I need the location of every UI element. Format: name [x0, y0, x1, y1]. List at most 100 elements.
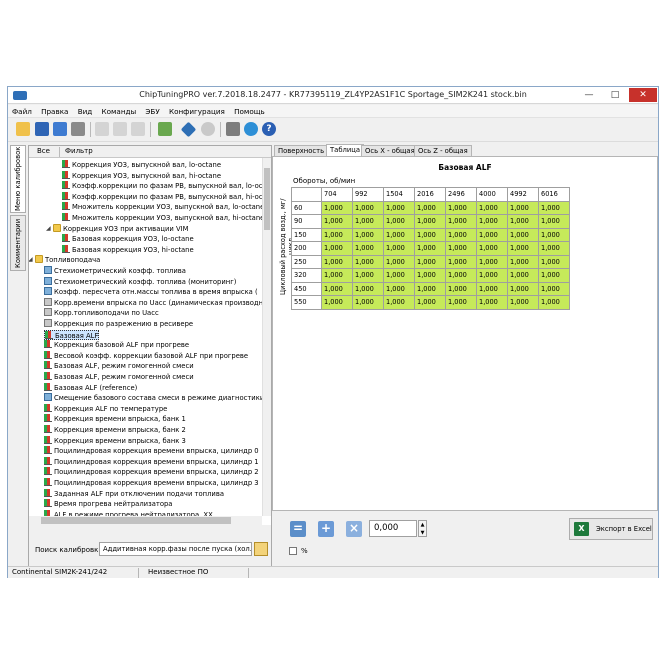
table-cell[interactable]: 1,000: [414, 295, 446, 310]
print-icon[interactable]: [71, 122, 85, 136]
row-header[interactable]: 60: [291, 200, 322, 215]
tree-item[interactable]: ◢ Топливоподача: [29, 255, 100, 265]
menu-ecu[interactable]: ЭБУ: [141, 105, 162, 116]
table-cell[interactable]: 1,000: [352, 214, 384, 229]
table-cell[interactable]: 1,000: [507, 214, 539, 229]
tree-item[interactable]: Коррекция УОЗ, выпускной вал, hi-octane: [62, 170, 221, 181]
table-cell[interactable]: 1,000: [507, 254, 539, 269]
table-cell[interactable]: 1,000: [383, 241, 415, 256]
column-header[interactable]: 1504: [383, 187, 415, 202]
row-header[interactable]: 200: [291, 241, 322, 256]
table-cell[interactable]: 1,000: [352, 254, 384, 269]
tree-item[interactable]: Базовая ALF, режим гомогенной смеси: [44, 361, 194, 371]
header-all[interactable]: Все: [37, 147, 50, 155]
table-cell[interactable]: 1,000: [476, 254, 508, 269]
table-cell[interactable]: 1,000: [538, 254, 570, 269]
menu-config[interactable]: Конфигурация: [165, 105, 228, 116]
row-header[interactable]: 320: [291, 268, 322, 283]
multiply-icon[interactable]: ×: [346, 521, 362, 537]
tree-item[interactable]: Коэфф.коррекции по фазам РВ, выпускной в…: [62, 191, 262, 202]
tree-item[interactable]: Базовая коррекция УОЗ, lo-octane: [62, 234, 194, 244]
table-cell[interactable]: 1,000: [538, 241, 570, 256]
tree-item[interactable]: Коррекция ALF по температуре: [44, 403, 167, 414]
export-excel-button[interactable]: X Экспорт в Excel: [569, 518, 653, 540]
search-input[interactable]: Аддитивная корр.фазы после пуска (хол.д: [99, 542, 252, 556]
scroll-thumb[interactable]: [264, 168, 270, 230]
table-cell[interactable]: 1,000: [476, 241, 508, 256]
row-header[interactable]: 150: [291, 227, 322, 242]
maximize-button[interactable]: □: [602, 88, 628, 102]
minimize-button[interactable]: —: [576, 88, 602, 102]
value-spinner[interactable]: ▲ ▼: [418, 520, 427, 537]
navigate-icon[interactable]: [180, 121, 197, 138]
table-cell[interactable]: 1,000: [476, 295, 508, 310]
tree-item[interactable]: Поцилиндровая коррекция времени впрыска,…: [44, 456, 259, 467]
column-header[interactable]: 992: [352, 187, 384, 202]
tree-item[interactable]: Коррекция времени впрыска, банк 3: [44, 435, 186, 446]
row-header[interactable]: 250: [291, 254, 322, 269]
table-cell[interactable]: 1,000: [445, 227, 477, 242]
menu-edit[interactable]: Правка: [37, 105, 71, 116]
tree-item[interactable]: Заданная ALF при отключении подачи топли…: [44, 488, 224, 499]
table-cell[interactable]: 1,000: [383, 200, 415, 215]
table-cell[interactable]: 1,000: [476, 227, 508, 242]
tree-item[interactable]: Поцилиндровая коррекция времени впрыска,…: [44, 446, 259, 456]
save-as-icon[interactable]: [53, 122, 67, 136]
cut-icon[interactable]: [95, 122, 109, 136]
table-cell[interactable]: 1,000: [352, 227, 384, 242]
search-icon[interactable]: [201, 122, 215, 136]
table-cell[interactable]: 1,000: [383, 281, 415, 296]
tree-item[interactable]: Коэфф.коррекции по фазам РВ, выпускной в…: [62, 181, 262, 191]
tree-item[interactable]: Поцилиндровая коррекция времени впрыска,…: [44, 467, 259, 477]
table-cell[interactable]: 1,000: [383, 295, 415, 310]
table-cell[interactable]: 1,000: [445, 254, 477, 269]
menu-commands[interactable]: Команды: [98, 105, 140, 116]
table-cell[interactable]: 1,000: [538, 200, 570, 215]
equals-icon[interactable]: =: [290, 521, 306, 537]
table-cell[interactable]: 1,000: [414, 268, 446, 283]
table-cell[interactable]: 1,000: [507, 281, 539, 296]
table-cell[interactable]: 1,000: [321, 227, 353, 242]
table-cell[interactable]: 1,000: [507, 241, 539, 256]
row-header[interactable]: 550: [291, 295, 322, 310]
tree-item[interactable]: Смещение базового состава смеси в режиме…: [44, 393, 262, 403]
column-header[interactable]: 4992: [507, 187, 539, 202]
table-cell[interactable]: 1,000: [352, 281, 384, 296]
table-cell[interactable]: 1,000: [321, 200, 353, 215]
table-cell[interactable]: 1,000: [538, 227, 570, 242]
copy-icon[interactable]: [113, 122, 127, 136]
table-cell[interactable]: 1,000: [383, 254, 415, 269]
tree-horizontal-scrollbar[interactable]: [29, 516, 262, 525]
table-cell[interactable]: 1,000: [352, 268, 384, 283]
tree-item[interactable]: Множитель коррекции УОЗ, выпускной вал, …: [62, 202, 262, 212]
scroll-thumb[interactable]: [41, 517, 231, 524]
table-cell[interactable]: 1,000: [383, 227, 415, 242]
table-cell[interactable]: 1,000: [414, 214, 446, 229]
save-icon[interactable]: [35, 122, 49, 136]
table-cell[interactable]: 1,000: [414, 281, 446, 296]
table-cell[interactable]: 1,000: [538, 268, 570, 283]
table-cell[interactable]: 1,000: [507, 268, 539, 283]
help-icon[interactable]: ?: [262, 122, 276, 136]
table-cell[interactable]: 1,000: [383, 214, 415, 229]
paste-icon[interactable]: [131, 122, 145, 136]
table-cell[interactable]: 1,000: [538, 281, 570, 296]
column-header[interactable]: 2496: [445, 187, 477, 202]
connect-icon[interactable]: [244, 122, 258, 136]
table-cell[interactable]: 1,000: [321, 241, 353, 256]
table-cell[interactable]: 1,000: [414, 227, 446, 242]
table-cell[interactable]: 1,000: [476, 214, 508, 229]
table-cell[interactable]: 1,000: [538, 295, 570, 310]
tree-item[interactable]: Корр.времени впрыска по Uacc (динамическ…: [44, 297, 262, 308]
table-cell[interactable]: 1,000: [476, 281, 508, 296]
table-cell[interactable]: 1,000: [414, 241, 446, 256]
row-header[interactable]: 450: [291, 281, 322, 296]
settings-icon[interactable]: [226, 122, 240, 136]
tree-item[interactable]: Коэфф. пересчета отн.массы топлива в вре…: [44, 287, 258, 297]
table-cell[interactable]: 1,000: [445, 268, 477, 283]
search-button-icon[interactable]: [254, 542, 268, 556]
tab-comments[interactable]: Комментарии: [10, 215, 26, 271]
menu-file[interactable]: Файл: [8, 105, 35, 116]
tree-item[interactable]: Поцилиндровая коррекция времени впрыска,…: [44, 478, 259, 488]
table-cell[interactable]: 1,000: [445, 241, 477, 256]
